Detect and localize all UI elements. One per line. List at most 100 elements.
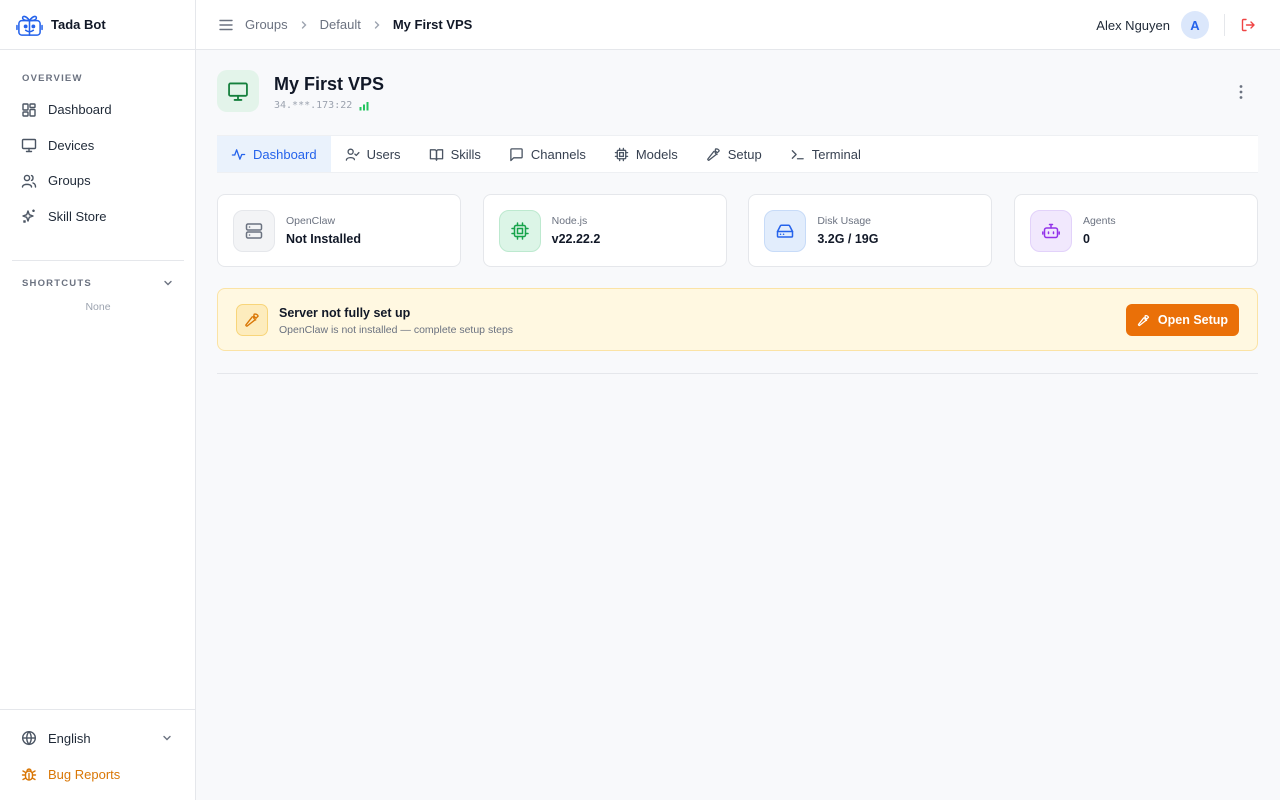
tab-label: Users <box>366 146 401 162</box>
tab-label: Models <box>635 146 678 162</box>
tab-label: Setup <box>727 146 762 162</box>
shortcuts-section-label: SHORTCUTS <box>22 277 92 289</box>
stat-label: Node.js <box>551 215 588 227</box>
tab-terminal[interactable]: Terminal <box>776 136 875 172</box>
sidebar: Tada Bot OVERVIEW Dashboard Devices Grou… <box>0 0 196 800</box>
tab-setup[interactable]: Setup <box>692 136 776 172</box>
chevron-down-icon <box>163 735 171 741</box>
device-ip-row: 34.***.173:22 <box>274 100 369 111</box>
breadcrumb-current: My First VPS <box>392 17 473 32</box>
alert-description: OpenClaw is not installed — complete set… <box>279 324 514 336</box>
shortcuts-empty-text: None <box>85 301 111 313</box>
hard-drive-icon <box>777 224 794 238</box>
layout-grid-icon <box>22 103 36 117</box>
stat-value: v22.22.2 <box>551 232 601 246</box>
bug-reports-link[interactable]: Bug Reports <box>21 764 120 784</box>
sparkles-icon <box>22 209 35 224</box>
server-icon <box>245 223 263 239</box>
sidebar-divider <box>12 260 184 261</box>
device-header: My First VPS 34.***.173:22 <box>217 70 1258 116</box>
bot-icon <box>1042 223 1060 239</box>
menu-icon[interactable] <box>218 17 234 33</box>
tab-users[interactable]: Users <box>331 136 415 172</box>
device-tabs: Dashboard Users Skills Channels Models S… <box>217 135 1258 173</box>
stat-icon-box <box>498 210 541 252</box>
stat-card-openclaw: OpenClaw Not Installed <box>217 194 461 267</box>
chip-icon <box>510 222 529 240</box>
stat-card-disk-usage: Disk Usage 3.2G / 19G <box>748 194 993 267</box>
open-setup-button[interactable]: Open Setup <box>1126 304 1239 336</box>
bug-reports-label: Bug Reports <box>48 766 121 782</box>
brand-name: Tada Bot <box>51 17 106 32</box>
stat-card-nodejs: Node.js v22.22.2 <box>482 194 727 267</box>
stat-card-agents: Agents 0 <box>1013 194 1258 267</box>
signal-bars-icon <box>359 101 369 110</box>
sidebar-item-label: Groups <box>48 173 91 189</box>
stat-value: 3.2G / 19G <box>817 232 879 246</box>
sidebar-item-label: Dashboard <box>48 102 112 118</box>
tab-label: Terminal <box>811 146 861 162</box>
sidebar-item-devices[interactable]: Devices <box>12 128 184 164</box>
logout-icon[interactable] <box>1240 17 1256 33</box>
wrench-icon <box>1137 314 1150 326</box>
tab-channels[interactable]: Channels <box>495 136 600 172</box>
topbar: Groups Default My First VPS Alex Nguyen … <box>196 0 1280 50</box>
bug-icon <box>21 768 37 781</box>
tab-label: Skills <box>450 146 481 162</box>
page-title: My First VPS <box>274 74 385 94</box>
stat-icon-box <box>233 210 275 252</box>
users-icon <box>21 174 37 188</box>
avatar[interactable]: A <box>1181 11 1209 39</box>
device-icon-box <box>217 70 259 112</box>
chevron-right-icon <box>374 20 380 29</box>
sidebar-item-label: Skill Store <box>48 208 107 224</box>
brand[interactable]: Tada Bot <box>0 0 195 50</box>
language-selector[interactable]: English <box>21 728 173 748</box>
sidebar-item-dashboard[interactable]: Dashboard <box>12 92 184 128</box>
stat-label: Disk Usage <box>817 215 871 227</box>
setup-alert: Server not fully set up OpenClaw is not … <box>217 288 1258 351</box>
breadcrumb-groups[interactable]: Groups <box>245 17 288 32</box>
more-vertical-icon[interactable] <box>1232 83 1250 101</box>
stat-label: OpenClaw <box>286 215 336 227</box>
chevron-down-icon <box>164 280 172 286</box>
user-check-icon <box>345 147 360 161</box>
overview-section-label: OVERVIEW <box>22 73 83 84</box>
activity-icon <box>231 148 246 160</box>
sidebar-item-label: Devices <box>48 137 95 153</box>
breadcrumb: Groups Default My First VPS <box>245 17 472 32</box>
stat-cards: OpenClaw Not Installed Node.js v22.22.2 … <box>217 194 1258 267</box>
message-square-icon <box>510 147 523 161</box>
topbar-divider <box>1224 14 1225 36</box>
language-label: English <box>48 730 91 746</box>
alert-title: Server not fully set up <box>279 306 411 320</box>
device-ip: 34.***.173:22 <box>274 100 353 111</box>
cpu-icon <box>614 147 629 161</box>
monitor-icon <box>228 82 248 101</box>
stat-value: 0 <box>1082 232 1090 246</box>
sidebar-item-skill-store[interactable]: Skill Store <box>12 199 184 235</box>
sidebar-bottom-divider <box>0 709 196 710</box>
breadcrumb-default[interactable]: Default <box>320 17 361 32</box>
tab-models[interactable]: Models <box>600 136 692 172</box>
shortcuts-toggle[interactable]: SHORTCUTS <box>22 277 174 289</box>
tab-dashboard[interactable]: Dashboard <box>217 136 331 172</box>
wrench-icon <box>245 313 259 327</box>
monitor-icon <box>21 139 37 153</box>
sidebar-item-groups[interactable]: Groups <box>12 163 184 199</box>
user-area: Alex Nguyen A <box>1096 0 1256 50</box>
globe-icon <box>21 730 37 746</box>
stat-icon-box <box>1029 210 1072 252</box>
book-open-icon <box>429 148 443 161</box>
gift-bot-logo-icon <box>16 15 43 36</box>
sidebar-nav: Dashboard Devices Groups Skill Store <box>12 92 184 234</box>
chevron-right-icon <box>301 20 307 29</box>
stat-label: Agents <box>1082 215 1116 227</box>
open-setup-label: Open Setup <box>1157 313 1229 327</box>
tab-label: Dashboard <box>253 146 317 162</box>
stat-icon-box <box>764 210 807 252</box>
alert-icon-box <box>236 304 268 336</box>
terminal-icon <box>791 149 804 159</box>
tab-skills[interactable]: Skills <box>415 136 495 172</box>
tab-label: Channels <box>530 146 586 162</box>
